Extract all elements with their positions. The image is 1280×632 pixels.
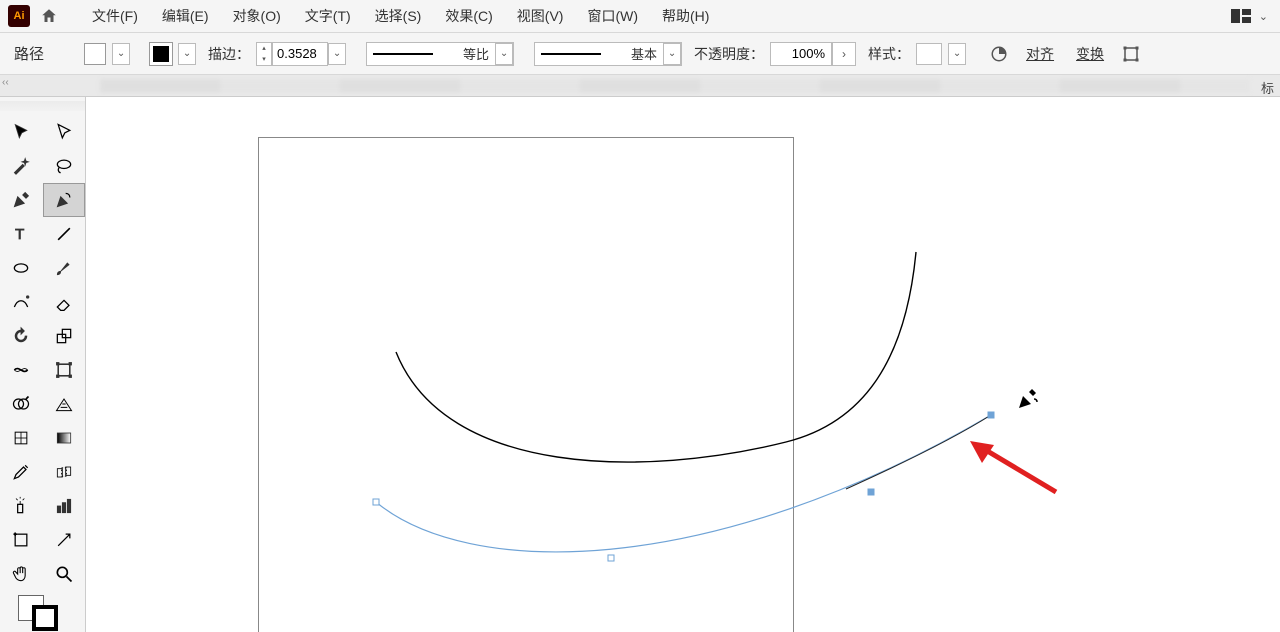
opacity-flyout[interactable]: › bbox=[832, 42, 856, 66]
paintbrush-tool[interactable] bbox=[43, 251, 86, 285]
pen-cursor-icon bbox=[1016, 387, 1040, 411]
opacity-label: 不透明度： bbox=[694, 44, 764, 64]
column-graph-tool[interactable] bbox=[43, 489, 86, 523]
transform-panel-link[interactable]: 变换 bbox=[1076, 44, 1104, 64]
symbol-sprayer-tool[interactable] bbox=[0, 489, 43, 523]
eraser-tool[interactable] bbox=[43, 285, 86, 319]
magic-wand-tool[interactable] bbox=[0, 149, 43, 183]
pen-tool[interactable] bbox=[0, 183, 43, 217]
home-icon[interactable] bbox=[36, 3, 62, 29]
align-panel-link[interactable]: 对齐 bbox=[1026, 44, 1054, 64]
blend-tool[interactable] bbox=[43, 455, 86, 489]
free-transform-tool[interactable] bbox=[43, 353, 86, 387]
width-profile-label: 等比 bbox=[457, 44, 495, 63]
line-segment-tool[interactable] bbox=[43, 217, 86, 251]
menu-object[interactable]: 对象(O) bbox=[221, 2, 293, 30]
fill-dropdown[interactable]: ⌄ bbox=[112, 43, 130, 65]
menu-file[interactable]: 文件(F) bbox=[80, 2, 150, 30]
gradient-tool[interactable] bbox=[43, 421, 86, 455]
annotation-arrow-icon bbox=[966, 437, 1066, 497]
opacity-input[interactable] bbox=[770, 42, 832, 66]
collapse-panels-icon[interactable]: ‹‹ bbox=[2, 77, 9, 88]
direct-selection-tool[interactable] bbox=[43, 115, 86, 149]
graphic-style-dropdown[interactable]: ⌄ bbox=[948, 43, 966, 65]
zoom-tool[interactable] bbox=[43, 557, 86, 591]
lasso-tool[interactable] bbox=[43, 149, 86, 183]
stroke-swatch[interactable] bbox=[150, 43, 172, 65]
ellipse-tool[interactable] bbox=[0, 251, 43, 285]
artboard-tool[interactable] bbox=[0, 523, 43, 557]
width-profile-field[interactable]: 等比 ⌄ bbox=[366, 42, 514, 66]
menu-type[interactable]: 文字(T) bbox=[293, 2, 363, 30]
eyedropper-tool[interactable] bbox=[0, 455, 43, 489]
brush-definition-field[interactable]: 基本 ⌄ bbox=[534, 42, 682, 66]
workspace: T bbox=[0, 97, 1280, 632]
toolbox-header-blurred bbox=[0, 101, 85, 111]
arrange-dropdown-icon[interactable]: ⌄ bbox=[1255, 10, 1272, 23]
hand-tool[interactable] bbox=[0, 557, 43, 591]
stroke-weight-field[interactable]: ▴▾ ⌄ bbox=[256, 42, 346, 66]
stroke-indicator[interactable] bbox=[32, 605, 58, 631]
app-logo: Ai bbox=[8, 5, 30, 27]
shape-builder-tool[interactable] bbox=[0, 387, 43, 421]
slice-tool[interactable] bbox=[43, 523, 86, 557]
brush-definition-dropdown[interactable]: ⌄ bbox=[663, 43, 681, 65]
document-tab-bar: ‹‹ 标 bbox=[0, 75, 1280, 97]
graphic-style-swatch[interactable] bbox=[916, 43, 942, 65]
stroke-weight-spinner[interactable]: ▴▾ bbox=[256, 42, 272, 66]
shaper-tool[interactable] bbox=[0, 285, 43, 319]
menu-help[interactable]: 帮助(H) bbox=[650, 2, 721, 30]
type-tool[interactable]: T bbox=[0, 217, 43, 251]
scale-tool[interactable] bbox=[43, 319, 86, 353]
stroke-dropdown[interactable]: ⌄ bbox=[178, 43, 196, 65]
curvature-tool[interactable] bbox=[43, 183, 86, 217]
rotate-tool[interactable] bbox=[0, 319, 43, 353]
svg-text:T: T bbox=[15, 226, 24, 243]
menu-select[interactable]: 选择(S) bbox=[363, 2, 434, 30]
tab-fragment-text: 标 bbox=[1261, 78, 1274, 97]
arrange-documents-icon[interactable] bbox=[1229, 7, 1253, 25]
fill-swatch[interactable] bbox=[84, 43, 106, 65]
canvas[interactable] bbox=[86, 97, 1280, 632]
control-bar: 路径 ⌄ ⌄ 描边： ▴▾ ⌄ 等比 ⌄ 基本 ⌄ 不透明度： › 样式： ⌄ … bbox=[0, 33, 1280, 75]
artboard bbox=[258, 137, 794, 632]
perspective-grid-tool[interactable] bbox=[43, 387, 86, 421]
width-tool[interactable] bbox=[0, 353, 43, 387]
menu-bar: Ai 文件(F) 编辑(E) 对象(O) 文字(T) 选择(S) 效果(C) 视… bbox=[0, 0, 1280, 33]
object-type-label: 路径 bbox=[14, 43, 44, 64]
menu-edit[interactable]: 编辑(E) bbox=[150, 2, 221, 30]
mesh-tool[interactable] bbox=[0, 421, 43, 455]
selection-tool[interactable] bbox=[0, 115, 43, 149]
toolbox: T bbox=[0, 97, 86, 632]
stroke-weight-dropdown[interactable]: ⌄ bbox=[328, 43, 346, 65]
width-profile-dropdown[interactable]: ⌄ bbox=[495, 43, 513, 65]
menu-effect[interactable]: 效果(C) bbox=[433, 2, 504, 30]
stroke-weight-input[interactable] bbox=[272, 42, 328, 66]
style-label: 样式： bbox=[868, 44, 910, 64]
stroke-label: 描边： bbox=[208, 44, 250, 64]
isolate-object-icon[interactable] bbox=[1118, 41, 1144, 67]
menu-view[interactable]: 视图(V) bbox=[505, 2, 576, 30]
fill-stroke-indicator[interactable] bbox=[0, 591, 85, 631]
brush-definition-label: 基本 bbox=[625, 44, 663, 63]
menu-window[interactable]: 窗口(W) bbox=[575, 2, 650, 30]
recolor-artwork-icon[interactable] bbox=[986, 41, 1012, 67]
document-tabs-blurred bbox=[100, 79, 1250, 93]
